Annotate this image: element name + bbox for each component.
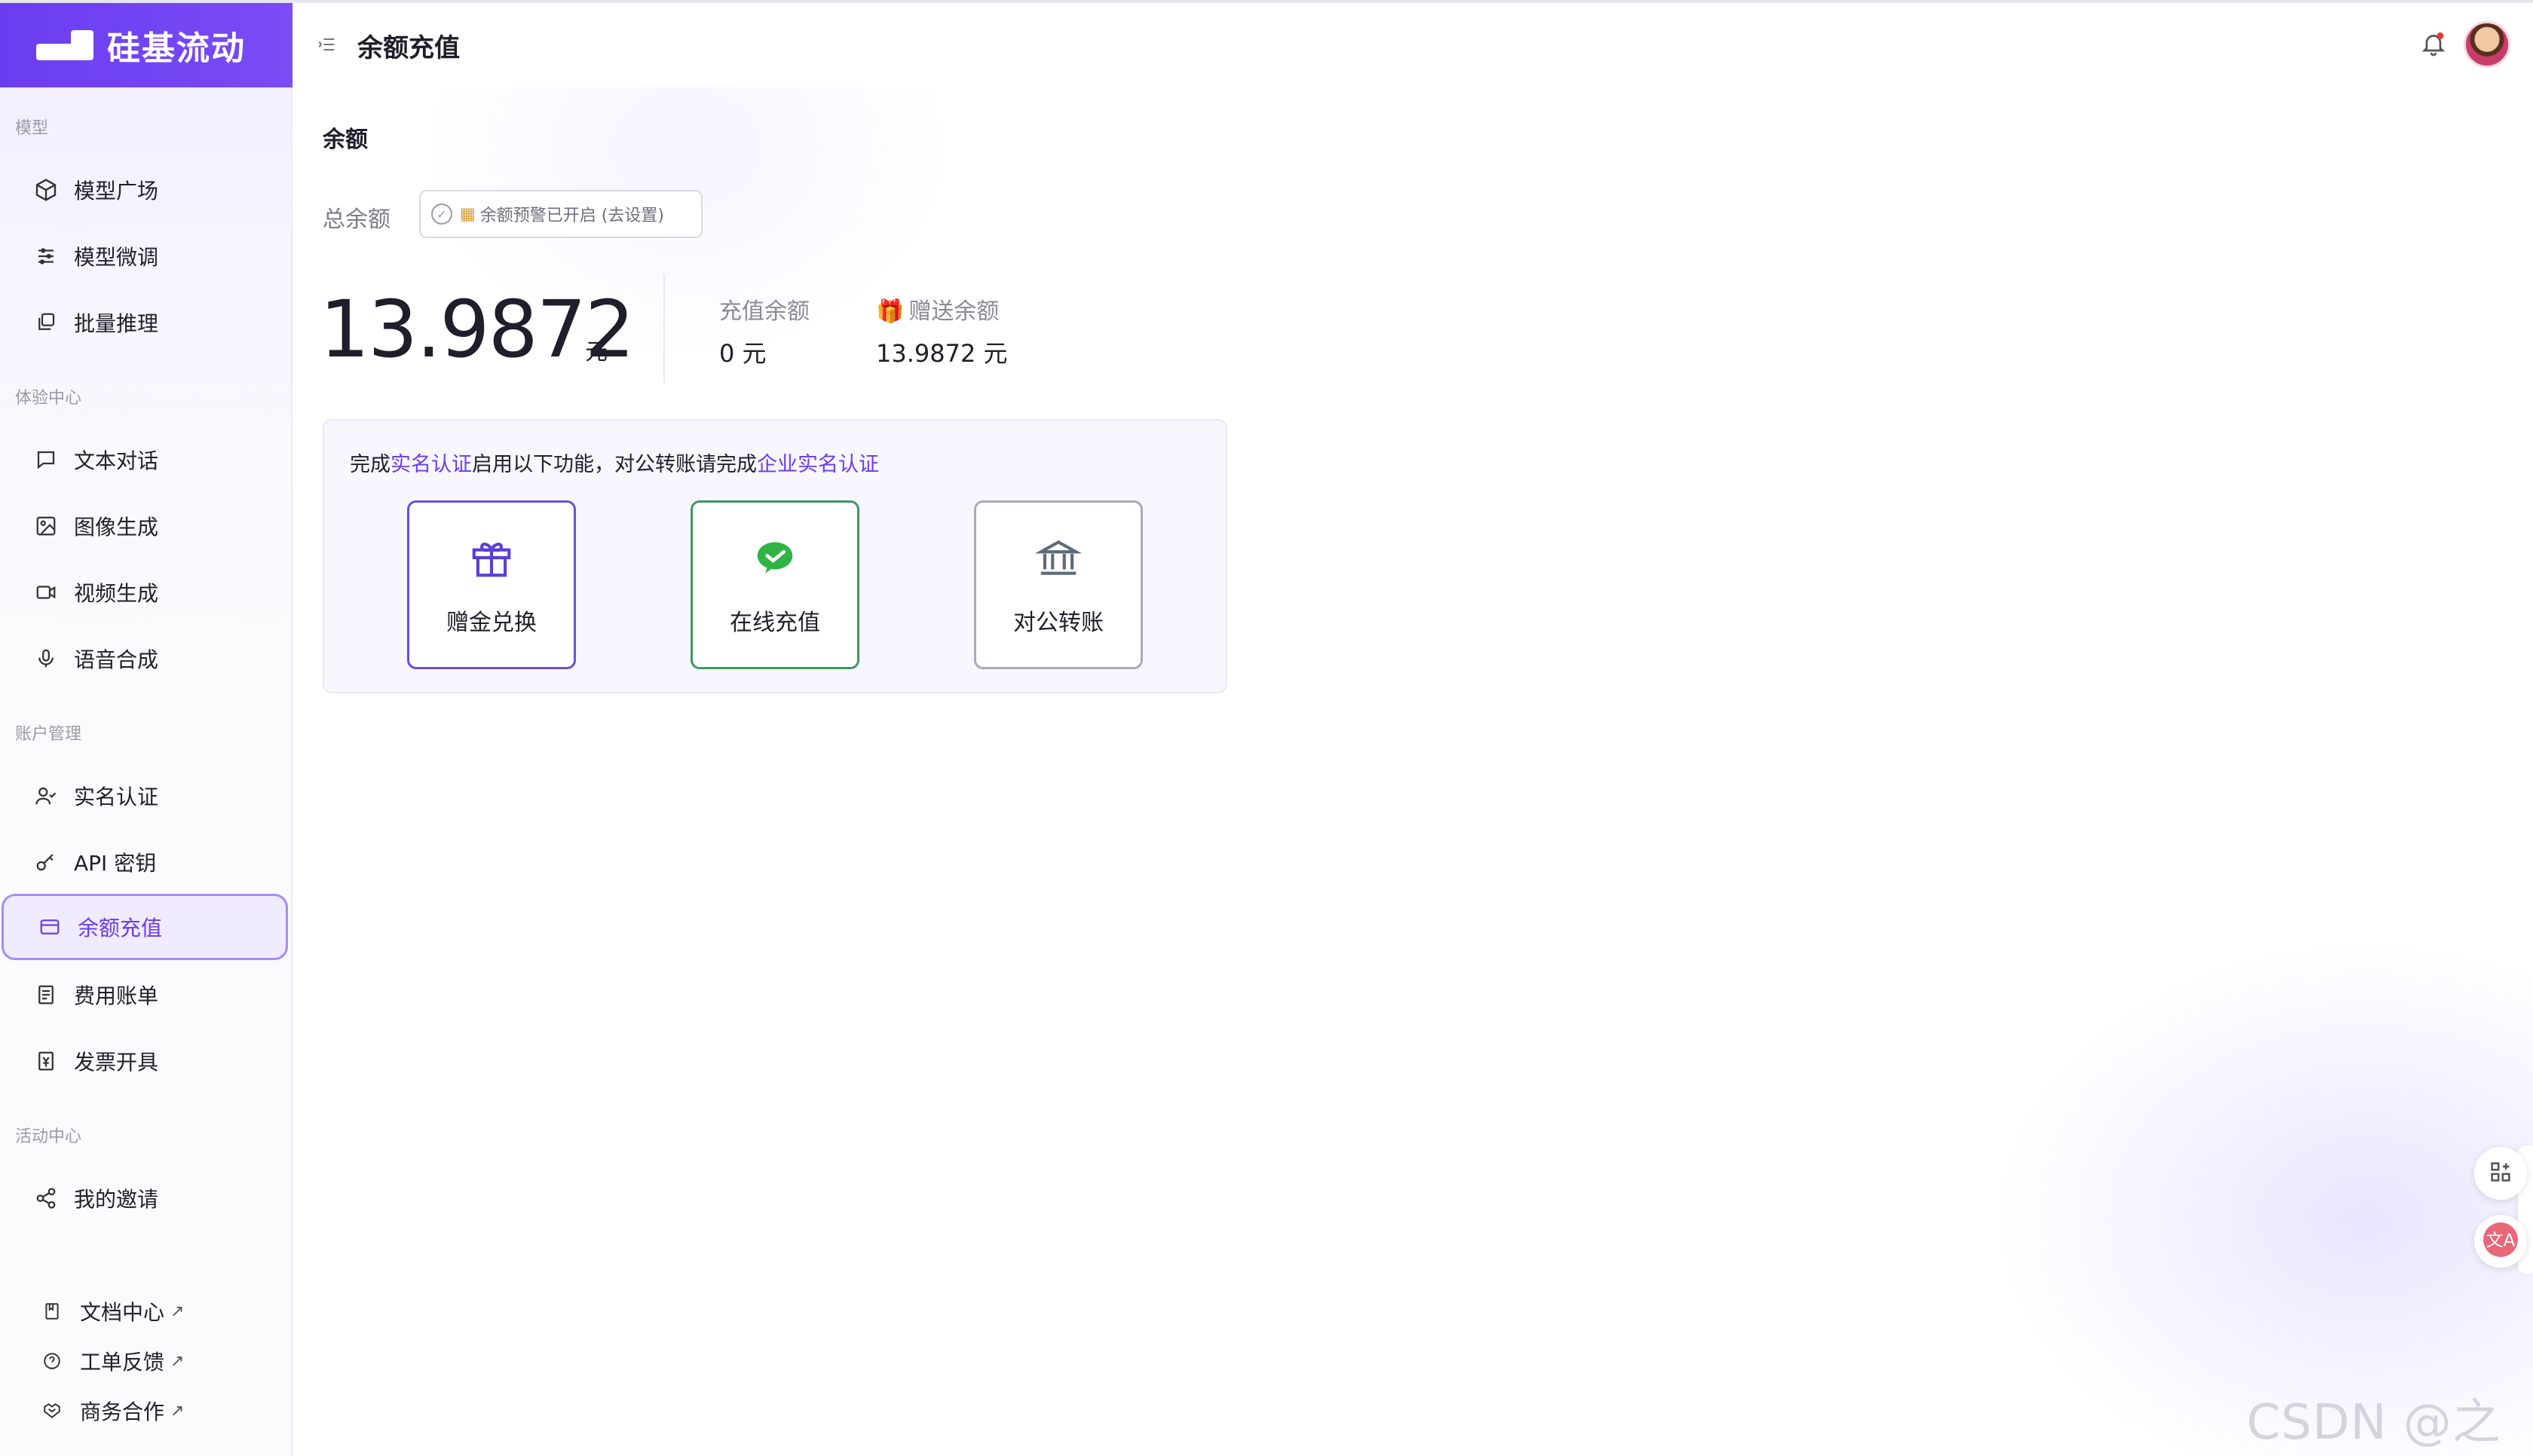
image-icon <box>33 513 59 539</box>
brand-logo[interactable]: 硅基流动 <box>0 3 293 87</box>
sidebar-item-video-gen[interactable]: 视频生成 <box>0 559 289 626</box>
grid-plus-icon <box>2488 1159 2513 1188</box>
sidebar-item-image-gen[interactable]: 图像生成 <box>0 493 289 559</box>
tile-label: 在线充值 <box>730 610 820 636</box>
sidebar-link-label: 商务合作 <box>80 1399 165 1424</box>
sidebar-item-recharge[interactable]: 余额充值 <box>2 894 288 960</box>
total-balance-unit: 元 <box>585 339 608 366</box>
note-text: 启用以下功能，对公转账请完成 <box>472 453 757 476</box>
translate-button[interactable]: 文A <box>2474 1215 2527 1268</box>
handshake-icon <box>39 1398 65 1424</box>
alert-chip-text: 余额预警已开启 (去设置) <box>479 206 664 225</box>
svg-text:文A: 文A <box>2486 1231 2516 1250</box>
gift-redeem-button[interactable]: 赠金兑换 <box>407 500 576 669</box>
sidebar-item-label: 视频生成 <box>74 581 159 606</box>
sidebar-item-label: 余额充值 <box>78 916 163 941</box>
sidebar-link-label: 工单反馈 <box>80 1350 165 1375</box>
bank-transfer-button[interactable]: 对公转账 <box>974 500 1143 669</box>
sidebar-item-invitations[interactable]: 我的邀请 <box>0 1165 289 1231</box>
user-check-icon <box>33 783 59 809</box>
sidebar-item-billing[interactable]: 费用账单 <box>0 962 289 1028</box>
section-label-experience: 体验中心 <box>15 389 82 408</box>
warning-barrier-icon: ▦ <box>460 204 476 224</box>
gift-balance-label-wrap: 🎁 赠送余额 <box>876 292 999 326</box>
gift-box-icon: 🎁 <box>876 298 905 325</box>
bell-icon[interactable] <box>2420 30 2450 60</box>
recharge-options-card: 完成实名认证启用以下功能，对公转账请完成企业实名认证 赠金兑换 在线充值 对公转… <box>323 419 1227 693</box>
key-icon <box>33 849 59 875</box>
tile-label: 赠金兑换 <box>446 610 537 636</box>
sidebar-item-label: 模型微调 <box>74 245 159 270</box>
sidebar-item-invoice[interactable]: 发票开具 <box>0 1028 289 1094</box>
sidebar-item-verification[interactable]: 实名认证 <box>0 763 289 829</box>
mic-icon <box>33 646 59 671</box>
sidebar-item-label: 模型广场 <box>74 179 159 203</box>
gift-balance-label: 赠送余额 <box>908 298 1000 325</box>
sidebar-item-api-keys[interactable]: API 密钥 <box>0 829 289 895</box>
sidebar-item-tts[interactable]: 语音合成 <box>0 626 289 692</box>
verification-link[interactable]: 实名认证 <box>391 453 472 476</box>
share-icon <box>33 1185 59 1211</box>
sidebar-item-text-chat[interactable]: 文本对话 <box>0 427 289 493</box>
sidebar-item-label: 语音合成 <box>74 647 159 672</box>
sidebar-link-tickets[interactable]: 工单反馈 ↗ <box>0 1338 289 1384</box>
page-title: 余额充值 <box>357 32 460 63</box>
sidebar: 硅基流动 模型 模型广场 模型微调 批量推理 体验中心 文本对话 图像生成 视频… <box>0 3 293 1456</box>
book-icon <box>39 1298 65 1324</box>
total-balance-label: 总余额 <box>323 206 391 233</box>
external-link-icon: ↗ <box>170 1351 185 1371</box>
sidebar-item-label: API 密钥 <box>74 851 157 876</box>
enterprise-verification-link[interactable]: 企业实名认证 <box>757 453 879 476</box>
logo-mark-icon <box>36 30 93 60</box>
bank-icon <box>1034 533 1083 583</box>
brand-name: 硅基流动 <box>107 29 246 68</box>
layers-icon <box>33 310 59 335</box>
online-recharge-button[interactable]: 在线充值 <box>691 500 859 669</box>
invoice-icon <box>33 1048 59 1074</box>
wechat-pay-icon <box>750 533 800 583</box>
sidebar-item-label: 文本对话 <box>74 448 159 473</box>
section-label-models: 模型 <box>15 119 49 138</box>
sidebar-item-batch[interactable]: 批量推理 <box>0 289 289 356</box>
cube-icon <box>33 177 59 203</box>
header: 余额充值 <box>294 3 2533 87</box>
video-icon <box>33 580 59 605</box>
section-label-account: 账户管理 <box>15 725 82 744</box>
tile-label: 对公转账 <box>1013 610 1104 636</box>
help-circle-icon <box>39 1348 65 1374</box>
sidebar-link-business[interactable]: 商务合作 ↗ <box>0 1388 289 1433</box>
section-label-activities: 活动中心 <box>15 1127 82 1146</box>
gift-icon <box>467 533 516 583</box>
menu-toggle-icon[interactable] <box>317 34 339 57</box>
receipt-icon <box>33 982 59 1008</box>
sliders-icon <box>33 243 59 269</box>
app-grid-button[interactable] <box>2474 1147 2527 1200</box>
external-link-icon: ↗ <box>170 1302 185 1321</box>
sidebar-item-label: 发票开具 <box>74 1050 159 1075</box>
recharge-balance-label: 充值余额 <box>719 298 810 325</box>
chat-icon <box>33 447 59 473</box>
watermark: CSDN @之歆 <box>2247 1395 2501 1451</box>
sidebar-link-label: 文档中心 <box>80 1300 165 1325</box>
sidebar-item-fine-tune[interactable]: 模型微调 <box>0 223 289 289</box>
card-icon <box>37 914 63 940</box>
balance-alert-chip[interactable]: ✓ ▦ 余额预警已开启 (去设置) <box>419 190 703 238</box>
balance-section-title: 余额 <box>323 127 368 153</box>
external-link-icon: ↗ <box>170 1401 185 1421</box>
sidebar-item-label: 我的邀请 <box>74 1187 159 1212</box>
sidebar-item-label: 图像生成 <box>74 515 159 540</box>
sidebar-item-label: 费用账单 <box>74 983 159 1008</box>
note-text: 完成 <box>350 453 391 476</box>
verification-note: 完成实名认证启用以下功能，对公转账请完成企业实名认证 <box>350 448 879 477</box>
sidebar-item-label: 批量推理 <box>74 311 159 336</box>
check-circle-icon: ✓ <box>431 203 452 225</box>
translate-icon: 文A <box>2482 1221 2519 1262</box>
divider <box>663 274 665 383</box>
avatar[interactable] <box>2464 21 2510 68</box>
gift-balance-value: 13.9872 元 <box>876 339 1008 368</box>
sidebar-item-model-plaza[interactable]: 模型广场 <box>0 157 289 223</box>
sidebar-item-label: 实名认证 <box>74 785 159 809</box>
sidebar-link-docs[interactable]: 文档中心 ↗ <box>0 1289 289 1334</box>
recharge-balance-value: 0 元 <box>719 339 767 368</box>
